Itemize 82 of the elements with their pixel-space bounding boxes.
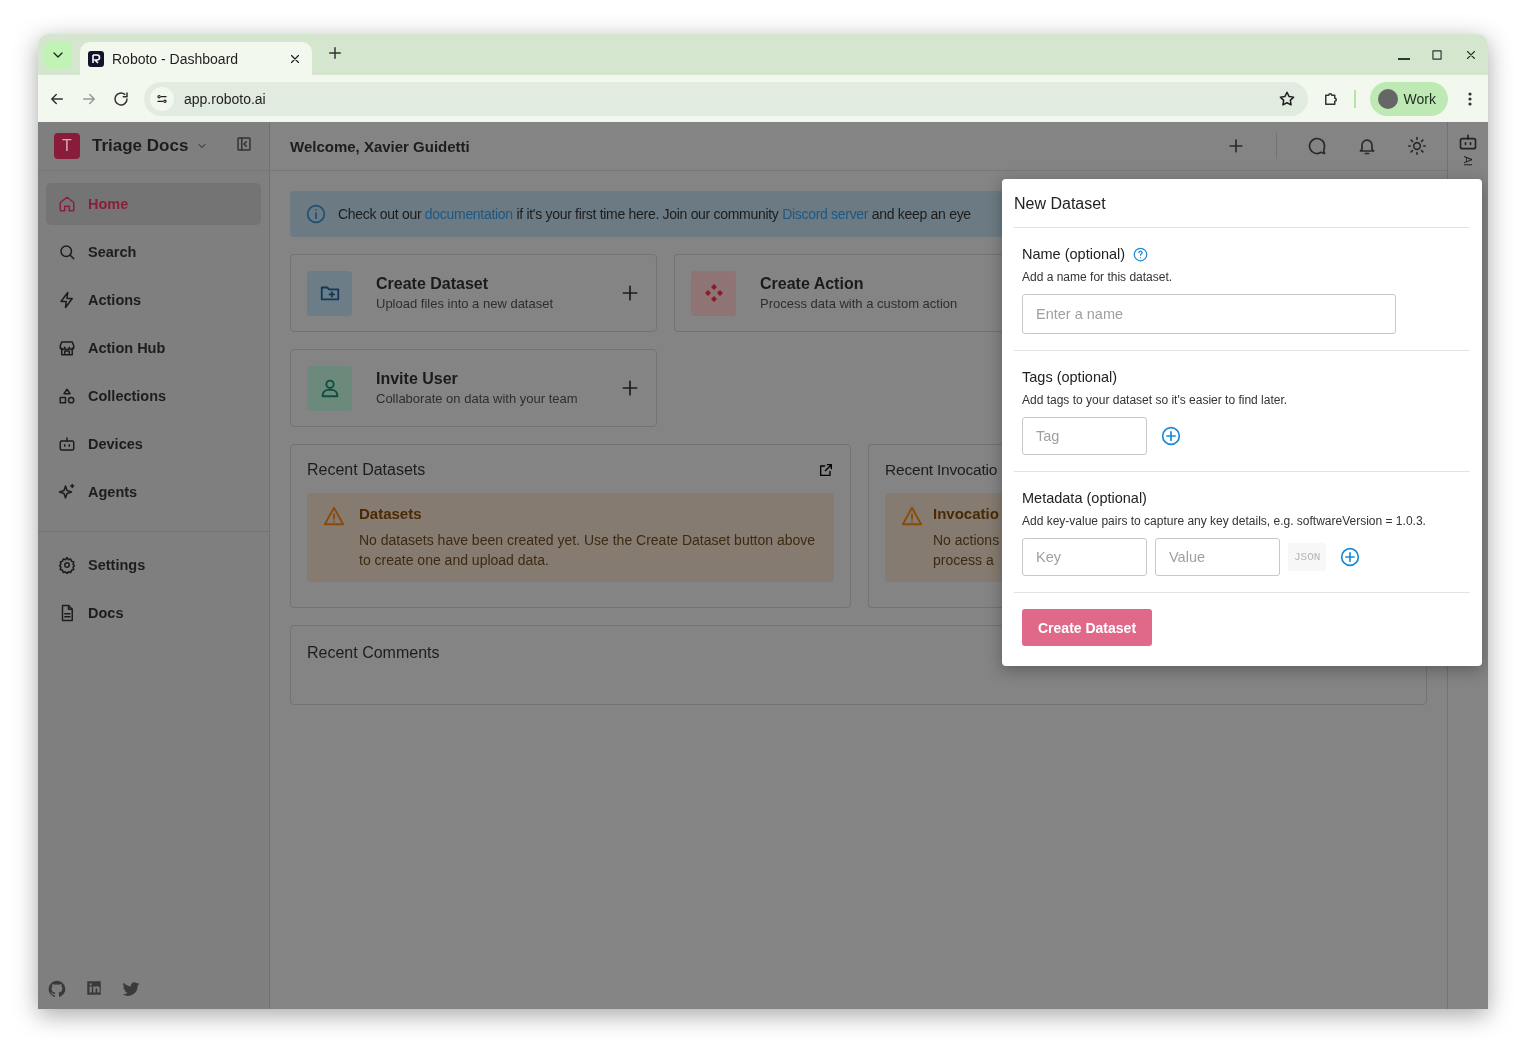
name-field[interactable]: Enter a name [1022, 294, 1396, 334]
alert-message: No actions process a [933, 531, 1000, 570]
address-bar[interactable]: app.roboto.ai [144, 81, 1308, 116]
bookmark-star-icon [1277, 89, 1296, 108]
profile-button[interactable]: Work [1369, 81, 1448, 116]
card-title: Recent Invocatio [885, 461, 999, 479]
home-icon [58, 195, 76, 213]
storefront-icon [58, 339, 76, 357]
alert-title: Datasets [359, 505, 423, 522]
key-field[interactable]: Key [1022, 538, 1147, 576]
add-icon [1340, 547, 1361, 567]
sidebar-item[interactable]: Collections [46, 375, 261, 417]
sparkles-icon [58, 483, 76, 501]
section-title: Metadata (optional) [1022, 490, 1147, 506]
add-button[interactable] [620, 378, 640, 398]
plus-icon [620, 283, 640, 303]
tag-field[interactable]: Tag [1022, 417, 1147, 455]
chat-icon [1307, 136, 1327, 156]
rail-label: AI [1462, 156, 1474, 167]
ai-assistant-button[interactable] [1458, 132, 1478, 152]
settings-icon [58, 556, 76, 574]
sidebar-item[interactable]: Settings [46, 544, 261, 586]
sidebar-item[interactable]: Docs [46, 592, 261, 634]
section-title: Name (optional) [1022, 246, 1126, 262]
tab-list-button[interactable] [44, 40, 72, 69]
info-message: Check out our documentation if it's your first time here. Join our community Discord server and keep an eye [338, 206, 971, 222]
create-dataset-button[interactable]: Create Dataset [1022, 609, 1153, 646]
action-card[interactable]: Create Dataset Upload files into a new dataset [290, 254, 657, 332]
action-card[interactable]: Create Action Process data with a custom action [674, 254, 1002, 332]
search-icon [58, 243, 76, 261]
dialog-title: New Dataset [1014, 179, 1470, 228]
sidebar-item[interactable]: Actions [46, 279, 261, 321]
card-title: Create Action [760, 275, 865, 293]
card-subtitle: Process data with a custom action [760, 296, 959, 311]
collapse-sidebar-icon [235, 135, 253, 153]
lightning-icon [58, 291, 76, 309]
card-title: Invite User [376, 370, 459, 388]
help-icon [1133, 246, 1149, 262]
github-icon[interactable] [47, 979, 67, 999]
reload-icon [112, 89, 130, 108]
alert-message: No datasets have been created yet. Use the Create Dataset button above to create one and upload data. [359, 531, 816, 570]
card-subtitle: Collaborate on data with your team [376, 391, 579, 406]
section-description: Add key-value pairs to capture any key details, e.g. softwareVersion = 1.0.3. [1022, 514, 1427, 528]
workspace-switcher[interactable]: Triage Docs [92, 136, 209, 156]
workspace-logo: T [54, 133, 80, 159]
section-title: Tags (optional) [1022, 369, 1118, 385]
plus-icon [620, 378, 640, 398]
add-button[interactable] [1161, 426, 1181, 446]
card-subtitle: Upload files into a new dataset [376, 296, 555, 311]
page-title: Welcome, Xavier Guidetti [290, 137, 470, 155]
card-title: Recent Datasets [307, 461, 427, 479]
more-icon[interactable] [1468, 91, 1472, 106]
minimize-icon[interactable] [1398, 57, 1410, 60]
add-icon [1161, 426, 1181, 446]
robot-icon [1458, 132, 1478, 152]
add-button[interactable] [620, 283, 640, 303]
browser-tab[interactable]: Roboto - Dashboard [80, 42, 312, 75]
sidebar-item[interactable]: Agents [46, 471, 261, 513]
warning-icon [323, 505, 345, 527]
section-description: Add tags to your dataset so it's easier to find later. [1022, 393, 1289, 407]
action-card[interactable]: Invite User Collaborate on data with your team [290, 349, 657, 427]
robot-icon [58, 435, 76, 453]
sidebar-item[interactable]: Devices [46, 423, 261, 465]
sidebar-item[interactable]: Search [46, 231, 261, 273]
warning-icon [901, 505, 923, 527]
sun-icon [1407, 136, 1427, 156]
avatar [1377, 88, 1398, 109]
bell-icon [1357, 136, 1377, 156]
linkedin-icon[interactable] [85, 979, 103, 997]
section-description: Add a name for this dataset. [1022, 270, 1174, 284]
open-external-icon [818, 462, 834, 478]
card-title: Create Dataset [376, 275, 490, 293]
card-title: Recent Comments [307, 644, 440, 661]
value-field[interactable]: Value [1155, 538, 1280, 576]
alert-title: Invocatio [933, 505, 1000, 522]
info-icon [306, 204, 326, 224]
add-button[interactable] [1340, 547, 1361, 567]
maximize-icon [1430, 47, 1444, 62]
favicon-icon [88, 50, 104, 67]
shapes-icon [58, 387, 76, 405]
sidebar-item[interactable]: Action Hub [46, 327, 261, 369]
twitter-icon[interactable] [121, 979, 141, 999]
